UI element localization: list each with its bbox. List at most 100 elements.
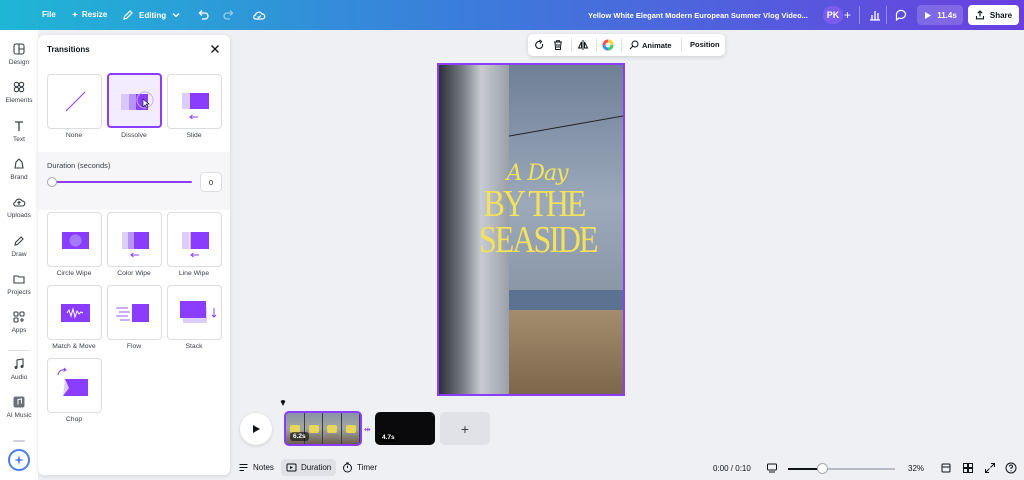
avatar[interactable]: PK (823, 6, 843, 24)
duration-slider-thumb[interactable] (47, 177, 57, 187)
animate-label: Animate (642, 40, 672, 50)
ai-music-icon (13, 396, 25, 408)
flow-icon (116, 304, 149, 322)
title-main-text[interactable]: BY THE SEASIDE (479, 184, 599, 258)
present-play-button[interactable]: 11.4s (917, 5, 963, 25)
design-icon (13, 43, 25, 55)
zoom-slider-thumb[interactable] (817, 463, 829, 474)
audio-icon (14, 358, 24, 369)
duration-label: Duration (seconds) (47, 161, 111, 170)
top-bar: File ✦ Resize Editing Yellow White Elega… (0, 0, 1024, 30)
duration-button[interactable]: Duration (281, 459, 337, 476)
transition-chop-tile[interactable] (47, 358, 102, 413)
transition-link-icon[interactable]: ⇹ (364, 425, 371, 434)
divider (8, 350, 30, 351)
rail-label: Apps (11, 327, 27, 334)
duration-input[interactable]: 0 (200, 172, 222, 192)
rail-item-design[interactable]: Design (0, 42, 38, 78)
playback-time: 0:00 / 0:10 (713, 464, 751, 473)
rail-item-brand[interactable]: Brand (0, 157, 38, 193)
rail-label: Elements (5, 97, 33, 104)
insights-chart-icon[interactable] (868, 8, 882, 22)
transition-stack-tile[interactable] (167, 285, 222, 340)
cloud-save-icon[interactable] (252, 8, 266, 22)
rail-item-elements[interactable]: Elements (0, 80, 38, 116)
tile-label: Line Wipe (178, 270, 210, 277)
trash-icon[interactable] (552, 39, 564, 51)
replace-icon[interactable] (533, 39, 545, 51)
panel-title: Transitions (47, 45, 90, 54)
rail-item-ai-music[interactable]: AI Music (0, 395, 38, 431)
single-page-view-icon[interactable] (940, 462, 952, 474)
transition-circle-wipe-tile[interactable] (47, 212, 102, 267)
photo-sea (499, 290, 623, 312)
timeline-clip-1[interactable]: 6.2s (284, 411, 362, 446)
notes-button[interactable]: Notes (238, 462, 274, 473)
zoom-level[interactable]: 32% (908, 464, 924, 473)
rail-label: Text (13, 136, 25, 143)
rail-label: Brand (10, 174, 28, 181)
animate-button[interactable]: Animate (629, 40, 672, 50)
transition-match-move-tile[interactable] (47, 285, 102, 340)
timeline-play-button[interactable] (240, 413, 272, 445)
elements-icon (13, 81, 25, 93)
timer-icon (343, 462, 352, 473)
help-icon[interactable] (1005, 462, 1017, 474)
page-view-icon[interactable] (766, 462, 778, 474)
notes-label: Notes (253, 463, 274, 472)
close-icon[interactable] (209, 43, 221, 55)
rail-item-draw[interactable]: Draw (0, 234, 38, 270)
timer-label: Timer (357, 463, 378, 472)
fullscreen-icon[interactable] (984, 462, 996, 474)
rail-item-text[interactable]: Text (0, 119, 38, 155)
projects-icon (13, 275, 25, 284)
undo-icon[interactable] (196, 8, 210, 22)
flip-icon[interactable] (577, 39, 589, 51)
transition-flow-tile[interactable] (107, 285, 162, 340)
duration-label: Duration (301, 463, 332, 472)
divider (681, 38, 682, 52)
add-page-button[interactable]: + (440, 412, 490, 445)
resize-button[interactable]: ✦ Resize (72, 10, 107, 19)
rail-label: AI Music (6, 412, 32, 419)
duration-icon (286, 463, 297, 472)
file-menu[interactable]: File (42, 10, 56, 19)
share-button[interactable]: Share (968, 5, 1019, 25)
playhead-marker[interactable] (280, 400, 286, 406)
editing-mode-button[interactable]: Editing (122, 9, 181, 21)
stack-icon (180, 301, 217, 323)
position-button[interactable]: Position (690, 40, 720, 49)
color-wheel-icon[interactable] (602, 39, 614, 51)
grid-view-icon[interactable] (962, 462, 974, 474)
play-icon (253, 425, 260, 433)
transition-none-tile[interactable] (47, 74, 102, 129)
rail-item-audio[interactable]: Audio (0, 357, 38, 393)
document-title[interactable]: Yellow White Elegant Modern European Sum… (588, 11, 808, 20)
magic-assistant-button[interactable] (8, 449, 30, 471)
none-slash-icon (65, 91, 86, 112)
rail-item-uploads[interactable]: Uploads (0, 195, 38, 231)
design-page[interactable]: A Day BY THE SEASIDE (437, 63, 625, 396)
transition-color-wipe-tile[interactable] (107, 212, 162, 267)
sparkle-icon (14, 455, 24, 465)
upload-share-icon (975, 10, 984, 20)
play-duration: 11.4s (937, 10, 957, 20)
timeline-clip-2[interactable]: 4.7s (375, 412, 435, 445)
transition-line-wipe-tile[interactable] (167, 212, 222, 267)
clip-frame (323, 413, 342, 444)
divider (621, 38, 622, 52)
duration-slider-track[interactable] (53, 181, 192, 183)
timer-button[interactable]: Timer (342, 462, 377, 473)
transition-dissolve-tile[interactable] (107, 73, 162, 128)
rail-item-apps[interactable]: Apps (0, 310, 38, 346)
comment-icon[interactable] (894, 8, 908, 22)
rail-label: Projects (7, 289, 31, 296)
transition-slide-tile[interactable] (167, 74, 222, 129)
divider (596, 38, 597, 52)
text-icon (15, 121, 23, 131)
rail-label: Audio (10, 374, 28, 381)
tile-label: Stack (185, 343, 203, 350)
add-collaborator-icon[interactable]: + (844, 8, 851, 22)
redo-icon[interactable] (222, 8, 236, 22)
rail-item-projects[interactable]: Projects (0, 272, 38, 308)
